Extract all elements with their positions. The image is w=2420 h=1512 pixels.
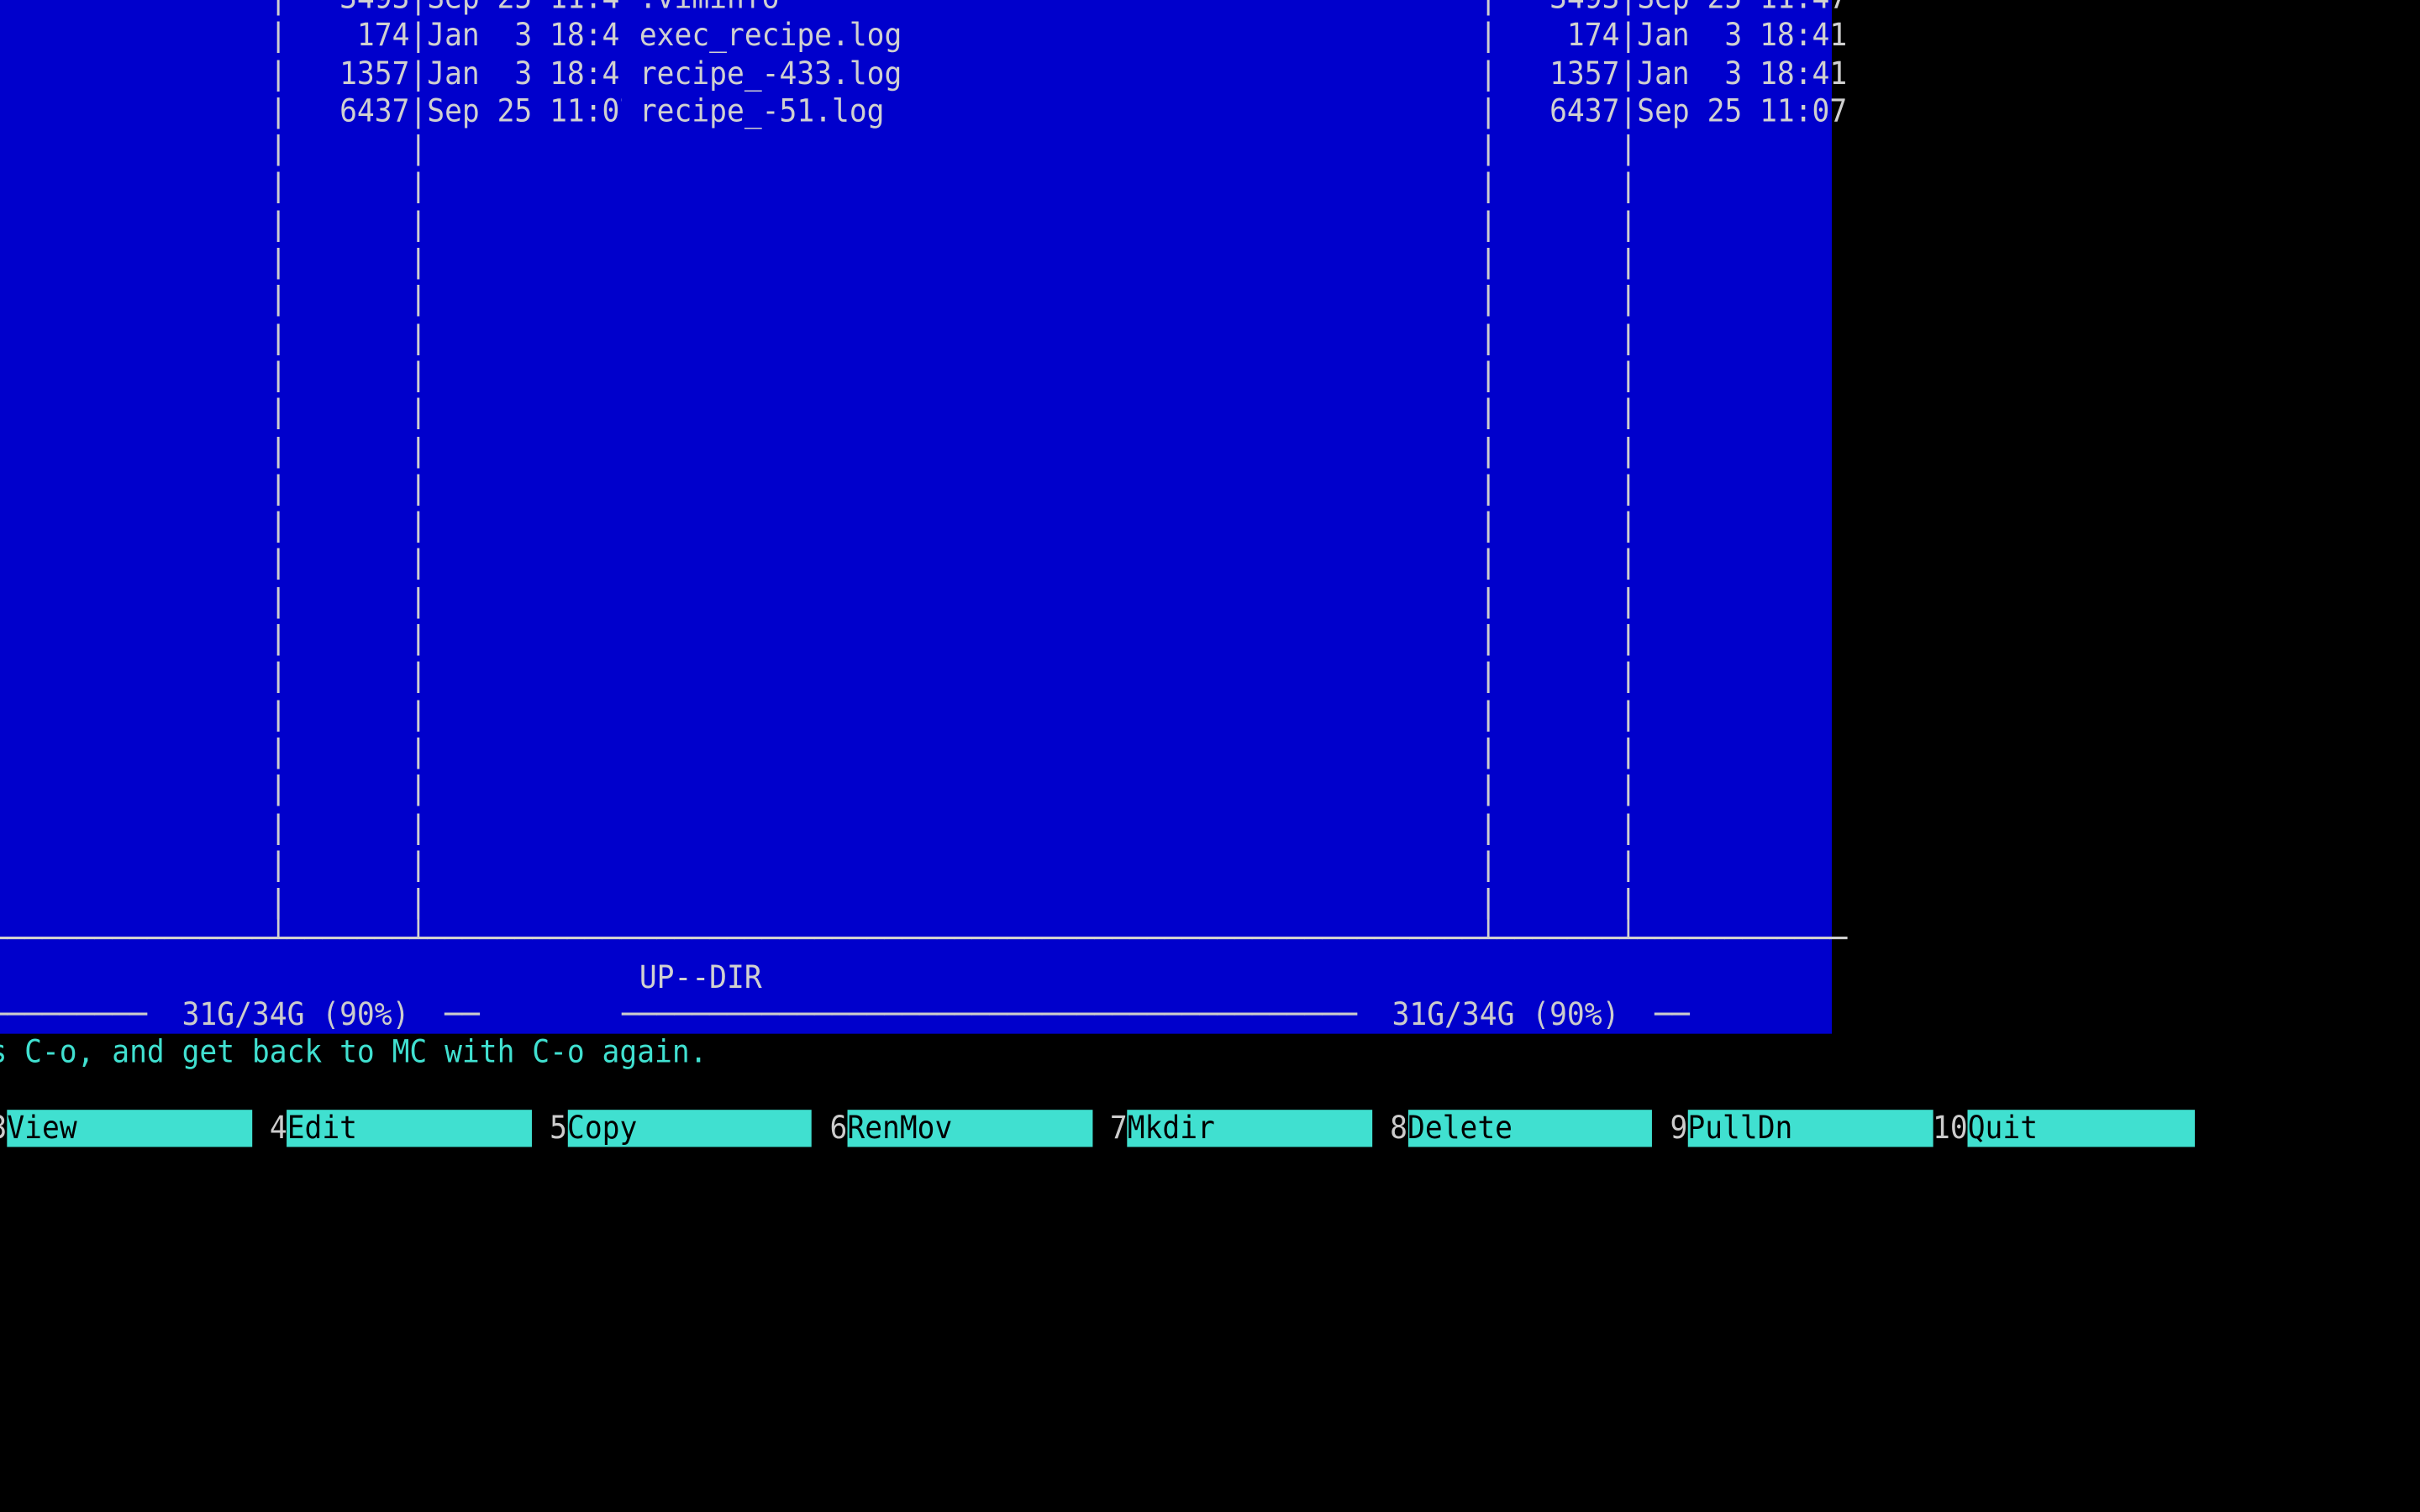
empty-row: | | — [622, 394, 1832, 432]
empty-row: | | — [0, 507, 622, 545]
empty-row: | | — [622, 432, 1832, 470]
panel-bottom-border: ────────────────────────────────────────… — [622, 996, 1832, 1034]
empty-row: | | — [0, 770, 622, 808]
fkey-number: 5 — [532, 1110, 567, 1147]
fkey-number: 8 — [1372, 1110, 1407, 1147]
empty-row: | | — [0, 808, 622, 846]
empty-row: | | — [622, 318, 1832, 356]
right-panel[interactable]: <- ~ ───────────────────────────────────… — [622, 0, 1832, 1034]
fkey-number: 3 — [0, 1110, 7, 1147]
empty-row: | | — [0, 846, 622, 884]
empty-row: | | — [0, 544, 622, 582]
fkey-number: 4 — [252, 1110, 287, 1147]
fkey-number: 6 — [813, 1110, 848, 1147]
empty-row: | | — [0, 884, 622, 921]
fkey-quit[interactable]: Quit — [1968, 1110, 2196, 1147]
empty-row: | | — [622, 356, 1832, 394]
fkey-number: 10 — [1933, 1110, 1968, 1147]
empty-row: | | — [622, 244, 1832, 281]
empty-row: | | — [0, 356, 622, 394]
shell-prompt[interactable]: root@sv:~# — [0, 1072, 1832, 1110]
empty-row: | | — [0, 733, 622, 771]
empty-row: | | — [0, 130, 622, 168]
panel-status: UP--DIR — [622, 959, 1832, 997]
file-row[interactable]: exec_recipe.log | 174|Jan 3 18:41 — [622, 18, 1832, 55]
empty-row: | | — [622, 470, 1832, 507]
file-row[interactable]: .viminfo | 3493|Sep 25 11:47 — [0, 0, 622, 18]
empty-row: | | — [0, 168, 622, 206]
panel-status: UP--DIR — [0, 959, 622, 997]
empty-row: | | — [622, 808, 1832, 846]
file-row[interactable]: recipe_-51.log | 6437|Sep 25 11:07 — [0, 92, 622, 130]
empty-row: | | — [0, 696, 622, 733]
empty-row: | | — [622, 696, 1832, 733]
empty-row: | | — [622, 658, 1832, 696]
file-row[interactable]: .viminfo | 3493|Sep 25 11:47 — [622, 0, 1832, 18]
empty-row: | | — [622, 884, 1832, 921]
empty-row: | | — [0, 394, 622, 432]
empty-row: | | — [622, 770, 1832, 808]
file-row[interactable]: recipe_-51.log | 6437|Sep 25 11:07 — [622, 92, 1832, 130]
empty-row: | | — [0, 206, 622, 244]
fkey-delete[interactable]: Delete — [1407, 1110, 1653, 1147]
empty-row: | | — [0, 470, 622, 507]
fkey-renmov[interactable]: RenMov — [847, 1110, 1092, 1147]
empty-row: | | — [622, 846, 1832, 884]
panel-bottom-border: ────────────────────────────────────────… — [0, 996, 622, 1034]
hint-line: Hint: Want your plain shell? Press C-o, … — [0, 1034, 1832, 1072]
fkeys-bar: 1Help 2Menu 3View 4Edit 5Copy 6RenMov 7M… — [0, 1110, 1832, 1147]
empty-row: | | — [622, 281, 1832, 319]
empty-row: | | — [0, 244, 622, 281]
empty-row: | | — [622, 620, 1832, 658]
left-panel[interactable]: <- ~ ───────────────────────────────────… — [0, 0, 622, 1034]
fkey-edit[interactable]: Edit — [287, 1110, 533, 1147]
fkey-view[interactable]: View — [7, 1110, 252, 1147]
empty-row: | | — [0, 432, 622, 470]
empty-row: | | — [622, 507, 1832, 545]
empty-row: | | — [622, 130, 1832, 168]
empty-row: | | — [0, 318, 622, 356]
file-row[interactable]: recipe_-433.log | 1357|Jan 3 18:41 — [0, 55, 622, 93]
empty-row: | | — [0, 582, 622, 620]
empty-row: | | — [0, 281, 622, 319]
empty-row: | | — [622, 544, 1832, 582]
file-row[interactable]: exec_recipe.log | 174|Jan 3 18:41 — [0, 18, 622, 55]
fkey-number: 7 — [1092, 1110, 1128, 1147]
panel-separator: ────────────────────────────────────────… — [0, 921, 622, 959]
fkey-mkdir[interactable]: Mkdir — [1128, 1110, 1373, 1147]
empty-row: | | — [622, 582, 1832, 620]
fkey-copy[interactable]: Copy — [567, 1110, 813, 1147]
fkey-pulldn[interactable]: PullDn — [1687, 1110, 1933, 1147]
panel-separator: ────────────────────────────────────────… — [622, 921, 1832, 959]
empty-row: | | — [0, 658, 622, 696]
empty-row: | | — [622, 206, 1832, 244]
fkey-number: 9 — [1653, 1110, 1688, 1147]
file-row[interactable]: recipe_-433.log | 1357|Jan 3 18:41 — [622, 55, 1832, 93]
empty-row: | | — [622, 168, 1832, 206]
empty-row: | | — [0, 620, 622, 658]
empty-row: | | — [622, 733, 1832, 771]
